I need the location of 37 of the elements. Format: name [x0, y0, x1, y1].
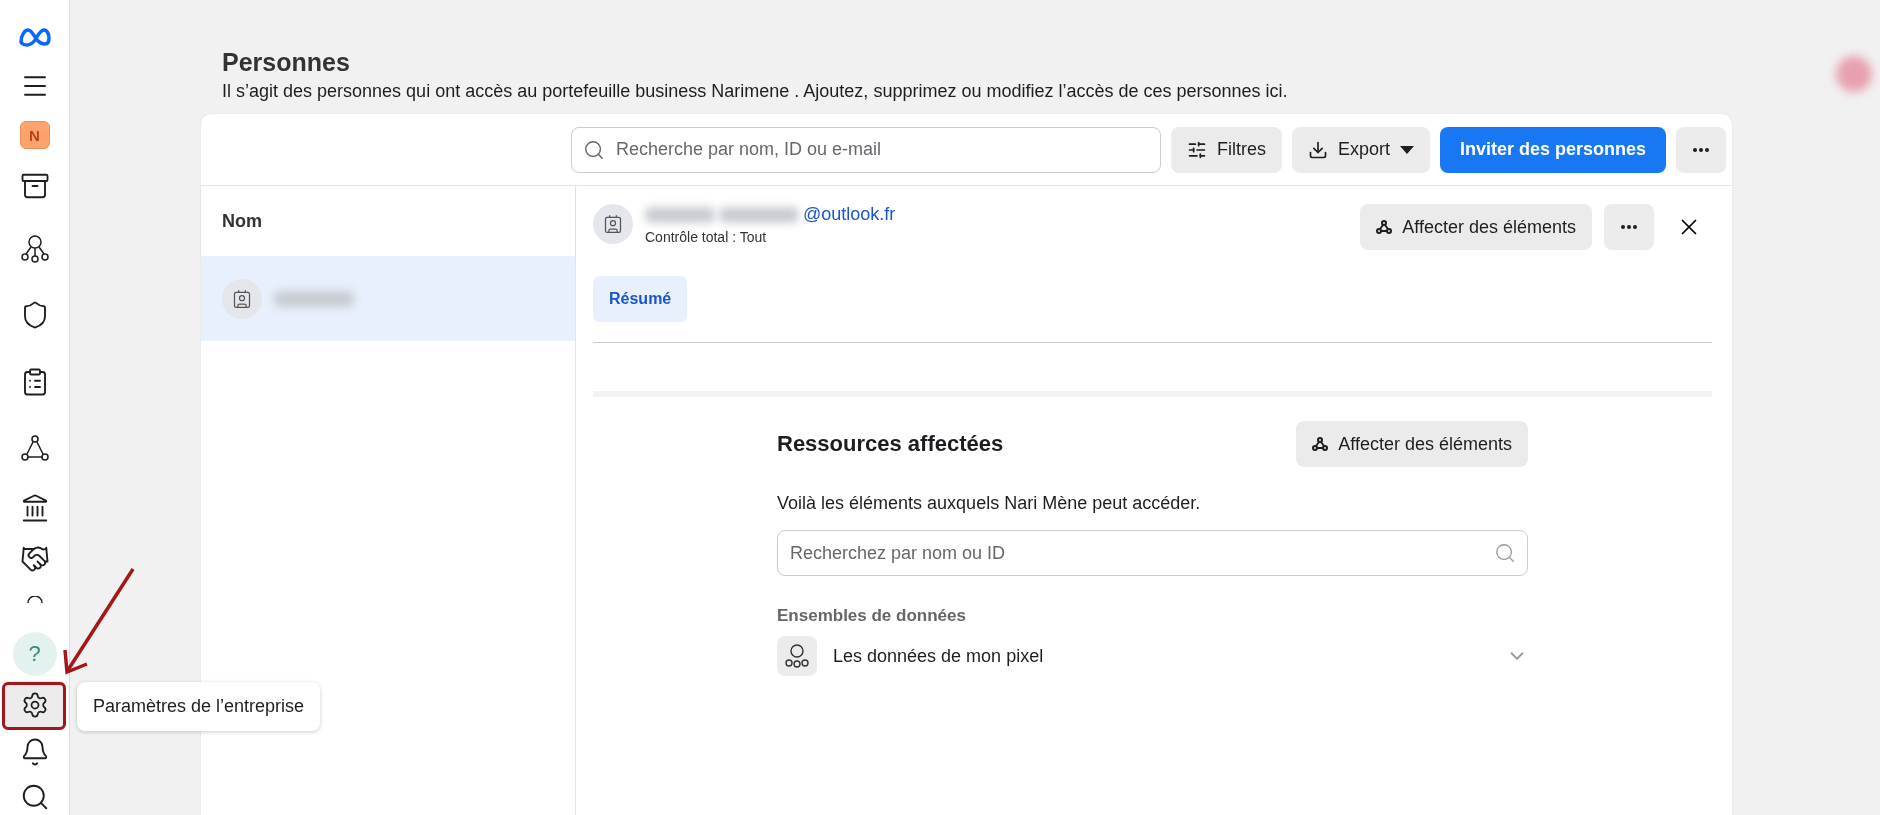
search-field[interactable]: Recherche par nom, ID ou e-mail	[570, 126, 1161, 173]
nodes-icon[interactable]	[19, 434, 50, 462]
nodes-icon	[1312, 437, 1329, 451]
search-icon	[582, 138, 605, 161]
search-field[interactable]: Recherchez par nom ou ID	[777, 530, 1528, 576]
assign-button[interactable]: Affecter des éléments	[1360, 204, 1592, 250]
filters-button[interactable]: Filtres	[1170, 126, 1282, 173]
column-header: Nom	[201, 186, 575, 256]
highlight-frame	[2, 682, 66, 730]
group-title: Ensembles de données	[777, 606, 967, 626]
section-title: Ressources affectées	[777, 431, 1004, 457]
email-text: @outlook.fr	[803, 204, 896, 225]
export-button[interactable]: Export	[1291, 126, 1430, 173]
logo-icon[interactable]	[17, 27, 52, 47]
nodes-icon	[1376, 220, 1393, 234]
search-icon	[1494, 542, 1516, 564]
download-icon	[1307, 139, 1328, 160]
dataset-name: Les données de mon pixel	[833, 645, 1045, 667]
blurred-name	[645, 206, 715, 223]
sliders-icon	[1186, 139, 1207, 160]
page-subtitle: Il s’agit des personnes qui ont accès au portefeuille business Narimene . Ajoutez, supprimez ou modifiez l’accès de ces personnes ici.	[222, 81, 1288, 102]
summary-tab[interactable]: Résumé	[593, 276, 688, 322]
section-description: Voilà les éléments auxquels Nari Mène peut accéder.	[777, 493, 1202, 514]
invite-button[interactable]: Inviter des personnes	[1439, 126, 1666, 173]
page-title: Personnes	[222, 48, 350, 77]
avatar	[593, 204, 633, 244]
network-icon[interactable]	[19, 232, 50, 263]
tooltip: Paramètres de l’entreprise	[77, 682, 321, 731]
avatar	[222, 278, 262, 319]
assign-button[interactable]: Affecter des éléments	[1296, 421, 1528, 467]
caret-icon	[1399, 145, 1414, 154]
arc-icon[interactable]	[24, 596, 45, 604]
dataset-icon	[777, 636, 817, 676]
access-level: Contrôle total : Tout	[645, 229, 768, 245]
box-icon[interactable]	[19, 171, 50, 201]
help-button[interactable]: ?	[12, 631, 57, 676]
blurred-avatar	[1836, 56, 1872, 92]
